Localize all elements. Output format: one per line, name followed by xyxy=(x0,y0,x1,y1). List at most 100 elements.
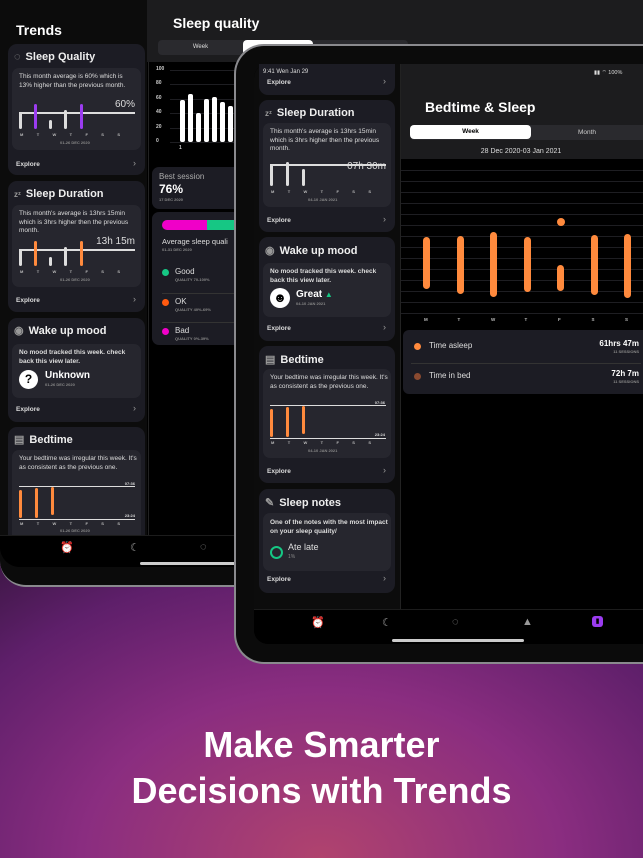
sleep-duration-card[interactable]: zᶻ Sleep Duration This month's average is… xyxy=(259,100,395,232)
day-labels: MTWTFSS xyxy=(271,440,371,445)
gridline xyxy=(401,247,643,248)
zzz-icon: zᶻ xyxy=(265,108,272,118)
wake-up-mood-card[interactable]: ◉ Wake up mood No mood tracked this week.… xyxy=(259,237,395,341)
trends-title: Trends xyxy=(16,22,62,38)
bedtime-card[interactable]: ▤ Bedtime Your bedtime was irregular this… xyxy=(8,427,145,535)
alarm-clock-icon[interactable]: ⏰ xyxy=(311,616,325,629)
day-labels: MTWTFSS xyxy=(20,521,120,526)
chevron-right-icon: › xyxy=(383,76,386,86)
trend-up-icon: ▲ xyxy=(324,290,333,299)
legend-dot xyxy=(414,343,421,350)
metronome-icon[interactable]: ▲ xyxy=(522,616,533,628)
level-range: QUALITY 70-100% xyxy=(175,277,210,282)
smiley-face-icon: ☻ xyxy=(270,288,290,308)
card-text: This month's average is 13hrs 15min whic… xyxy=(19,210,129,234)
best-session-date: 17 DEC 2020 xyxy=(159,197,184,202)
card-title: Sleep Quality xyxy=(25,51,96,63)
quality-bar xyxy=(228,106,233,142)
quality-bar xyxy=(212,97,217,142)
explore-link[interactable]: Explore xyxy=(267,217,291,224)
legend-label: Time asleep xyxy=(429,341,473,350)
explore-link[interactable]: Explore xyxy=(267,576,291,583)
sleep-quality-ring-icon[interactable]: ◌ xyxy=(452,616,459,628)
legend-label: Time in bed xyxy=(429,371,471,380)
gridline xyxy=(401,280,643,281)
legend-card: Time asleep 61hrs 47m 11 SESSIONS Time in b… xyxy=(403,330,643,394)
bedtime-card[interactable]: ▤ Bedtime Your bedtime was irregular this… xyxy=(259,346,395,483)
status-bar: ▮▮ ⌔ 100% xyxy=(594,70,623,76)
day-label: W xyxy=(491,317,496,322)
day-label: M xyxy=(424,317,428,322)
best-session-value: 76% xyxy=(159,182,184,196)
bedtime-bar xyxy=(490,232,497,297)
pencil-icon: ✎ xyxy=(265,497,275,509)
explore-link[interactable]: Explore xyxy=(267,468,291,475)
explore-link[interactable]: Explore xyxy=(16,161,40,168)
card-value: 13h 15m xyxy=(96,236,135,247)
gridline xyxy=(401,236,643,237)
sleep-notes-card[interactable]: ✎ Sleep notes One of the notes with the m… xyxy=(259,489,395,593)
chevron-right-icon: › xyxy=(133,403,136,413)
legend-row: Time in bed 72h 7m 11 SESSIONS xyxy=(411,363,641,390)
level-name: OK xyxy=(175,297,187,306)
gridline xyxy=(401,302,643,303)
day-label: F xyxy=(558,317,561,322)
explore-link[interactable]: Explore xyxy=(267,325,291,332)
date-range: 04-10 JAN 2021 xyxy=(308,197,338,202)
gridline xyxy=(401,203,643,204)
day-labels: MTWTFSS xyxy=(20,132,120,137)
level-dot xyxy=(162,299,169,306)
average-range: 01-31 DEC 2020 xyxy=(162,247,192,252)
segment-week[interactable]: Week xyxy=(410,125,531,139)
sleep-quality-card[interactable]: ◌ Sleep Quality This month average is 60%… xyxy=(8,44,145,175)
segment-month[interactable]: Month xyxy=(531,125,643,140)
home-indicator xyxy=(140,562,240,565)
bottom-time: 23:24 xyxy=(124,513,135,518)
gridline xyxy=(401,192,643,193)
y-tick-label: 20 xyxy=(156,123,162,130)
front-ipad-screen: 9:41 Wen Jan 29 Explore › zᶻ Sleep Durati… xyxy=(254,64,643,644)
sleep-quality-ring-icon[interactable]: ◌ xyxy=(200,541,207,553)
day-label: T xyxy=(457,317,461,322)
zzz-icon: zᶻ xyxy=(14,189,21,199)
day-label: S xyxy=(625,317,629,322)
card-text: No mood tracked this week. check back th… xyxy=(270,268,377,284)
sleep-quality-chart: 100 80 60 40 20 0 1 xyxy=(152,64,242,156)
wake-up-mood-card[interactable]: ◉ Wake up mood No mood tracked this week.… xyxy=(8,318,145,422)
sleep-duration-card[interactable]: zᶻ Sleep Duration This month's average is… xyxy=(8,181,145,312)
gridline xyxy=(401,225,643,226)
gridline xyxy=(401,269,643,270)
top-card[interactable]: 9:41 Wen Jan 29 Explore › xyxy=(259,64,395,95)
sleep-quality-ring-icon: ◌ xyxy=(14,51,21,63)
gridline xyxy=(170,70,242,71)
card-text: Your bedtime was irregular this week. It… xyxy=(270,374,388,390)
date-range: 01-26 DEC 2020 xyxy=(60,140,90,145)
status-time: 9:41 Wen Jan 29 xyxy=(263,69,309,75)
legend-sub: 11 SESSIONS xyxy=(613,379,639,384)
chevron-right-icon: › xyxy=(383,573,386,583)
alarm-clock-icon[interactable]: ⏰ xyxy=(60,541,74,554)
day-label: S xyxy=(591,317,595,322)
level-dot xyxy=(162,328,169,335)
explore-link[interactable]: Explore xyxy=(16,406,40,413)
moon-sleep-icon[interactable]: ☾ xyxy=(382,616,392,629)
trends-chart-icon[interactable]: ▮ xyxy=(592,616,603,627)
explore-link[interactable]: Explore xyxy=(16,297,40,304)
gridline xyxy=(401,313,643,314)
bedtime-bar xyxy=(590,235,598,295)
explore-link[interactable]: Explore xyxy=(267,79,291,86)
question-icon: ? xyxy=(19,370,38,389)
quality-bar xyxy=(196,113,201,142)
mood-label: Unknown xyxy=(45,370,90,381)
moon-sleep-icon[interactable]: ☾ xyxy=(130,541,140,554)
segment-week[interactable]: Week xyxy=(158,40,243,55)
eye-icon: ◉ xyxy=(14,325,24,337)
bedtime-bar xyxy=(557,265,564,291)
detail-title: Sleep quality xyxy=(173,15,260,31)
date-range: 01-26 DEC 2020 xyxy=(60,528,90,533)
best-session-label: Best session xyxy=(159,172,205,181)
eye-icon: ◉ xyxy=(265,245,275,257)
level-dot xyxy=(162,269,169,276)
chevron-right-icon: › xyxy=(383,322,386,332)
card-text: No mood tracked this week. check back th… xyxy=(19,349,126,365)
